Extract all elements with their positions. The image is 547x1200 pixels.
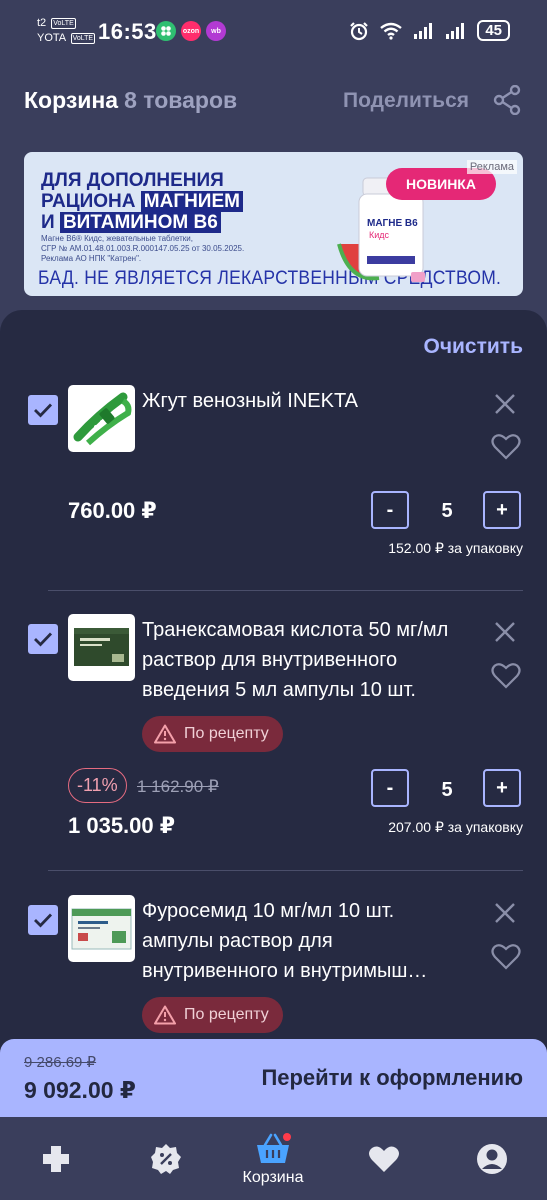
nav-home[interactable] — [38, 1117, 74, 1200]
signal-icon — [414, 22, 433, 39]
product-thumbnail[interactable] — [68, 895, 135, 962]
product-name-line: внутривенного и внутримыш… — [142, 960, 428, 982]
item-divider — [48, 870, 523, 871]
remove-item-icon[interactable] — [493, 901, 517, 925]
product-name[interactable]: Жгут венозный INEKTA — [142, 386, 472, 416]
medicine-box-image — [71, 908, 132, 950]
quantity-value: 5 — [441, 500, 453, 522]
app-notification-icon — [156, 21, 176, 41]
jar-brand-text: МАГНЕ В6 — [367, 218, 418, 229]
ozon-icon: ozon — [181, 21, 201, 41]
price-per-pack: 152.00 ₽ за упаковку — [388, 540, 523, 556]
signal-icon — [446, 22, 465, 39]
banner-headline-word: РАЦИОНА — [41, 191, 136, 212]
status-bar: t2 VoLTE YOTA VoLTE 16:53 ozon wb 45 — [0, 0, 547, 62]
product-thumbnail[interactable] — [68, 614, 135, 681]
system-indicators: 45 — [349, 20, 510, 41]
clock: 16:53 — [98, 19, 157, 44]
volte-badge: VoLTE — [70, 32, 96, 44]
tourniquet-image — [73, 392, 132, 446]
nav-cart[interactable]: Корзина — [233, 1117, 313, 1200]
shopping-basket-icon — [257, 1132, 291, 1163]
favorite-heart-icon[interactable] — [491, 433, 521, 461]
banner-headline-word: И — [41, 212, 55, 233]
checkmark-icon — [34, 403, 53, 418]
quantity-value: 5 — [441, 779, 453, 801]
quantity-decrease-button[interactable]: - — [371, 491, 409, 529]
cart-total: 9 092.00 ₽ — [24, 1077, 136, 1103]
product-thumbnail[interactable] — [68, 385, 135, 452]
banner-fine-print: Магне В6® Кидс, жевательные таблетки, СГ… — [41, 234, 341, 264]
user-profile-icon — [477, 1143, 507, 1174]
discount-badge: -11% — [68, 768, 127, 803]
ad-banner[interactable]: ДЛЯ ДОПОЛНЕНИЯ РАЦИОНА МАГНИЕМ И ВИТАМИН… — [24, 152, 523, 296]
carrier-1: t2 — [37, 17, 47, 29]
banner-disclaimer: БАД. НЕ ЯВЛЯЕТСЯ ЛЕКАРСТВЕННЫМ СРЕДСТВОМ… — [38, 268, 502, 289]
product-price: 760.00 ₽ — [68, 498, 157, 523]
quantity-increase-button[interactable]: + — [483, 491, 521, 529]
product-name-line: ампулы раствор для — [142, 930, 333, 952]
prescription-label: По рецепту — [184, 725, 269, 742]
heart-icon — [369, 1146, 399, 1172]
prescription-label: По рецепту — [184, 1006, 269, 1023]
item-count: 8 товаров — [124, 87, 238, 113]
remove-item-icon[interactable] — [493, 620, 517, 644]
banner-headline-highlight: МАГНИЕМ — [140, 191, 243, 212]
banner-headline: ДЛЯ ДОПОЛНЕНИЯ РАЦИОНА МАГНИЕМ И ВИТАМИН… — [41, 170, 243, 233]
bottom-navigation: Корзина — [0, 1117, 547, 1200]
old-total: 9 286.69 ₽ — [24, 1054, 97, 1071]
ad-label: Реклама — [466, 160, 517, 174]
fine-print-line: Магне В6® Кидс, жевательные таблетки, — [41, 234, 193, 243]
nav-favorites[interactable] — [366, 1117, 402, 1200]
checkmark-icon — [34, 913, 53, 928]
quantity-increase-button[interactable]: + — [483, 769, 521, 807]
banner-headline-highlight: ВИТАМИНОМ В6 — [59, 212, 221, 233]
item-checkbox[interactable] — [28, 905, 58, 935]
page-title-text: Корзина — [24, 87, 119, 113]
alarm-icon — [350, 21, 369, 40]
fine-print-line: СГР № AM.01.48.01.003.R.000147.05.25 от … — [41, 244, 245, 253]
favorite-heart-icon[interactable] — [491, 662, 521, 690]
discount-badge-icon — [151, 1143, 181, 1174]
wildberries-icon: wb — [206, 21, 226, 41]
favorite-heart-icon[interactable] — [491, 943, 521, 971]
warning-triangle-icon — [154, 724, 176, 744]
carrier-info: t2 VoLTE YOTA VoLTE — [37, 16, 96, 46]
checkout-button[interactable]: Перейти к оформлению — [261, 1065, 523, 1091]
item-checkbox[interactable] — [28, 395, 58, 425]
quantity-decrease-button[interactable]: - — [371, 769, 409, 807]
volte-badge: VoLTE — [51, 17, 76, 29]
share-button[interactable]: Поделиться — [343, 89, 469, 113]
nav-promotions[interactable] — [148, 1117, 184, 1200]
checkout-bar[interactable]: 9 286.69 ₽ 9 092.00 ₽ Перейти к оформлен… — [0, 1039, 547, 1117]
nav-profile[interactable] — [474, 1117, 510, 1200]
nav-cart-label: Корзина — [242, 1168, 304, 1186]
clear-cart-button[interactable]: Очистить — [423, 335, 523, 359]
pharmacy-cross-icon — [43, 1145, 69, 1172]
product-price: 1 035.00 ₽ — [68, 813, 176, 838]
jar-sub-text: Кидс — [369, 230, 390, 240]
product-name[interactable]: Фуросемид 10 мг/мл 10 шт. ампулы раствор… — [142, 896, 477, 986]
remove-item-icon[interactable] — [493, 392, 517, 416]
checkmark-icon — [34, 632, 53, 647]
product-name[interactable]: Транексамовая кислота 50 мг/мл раствор д… — [142, 615, 477, 705]
carrier-2: YOTA — [37, 32, 66, 44]
fine-print-line: Реклама АО НПК "Катрен". — [41, 254, 142, 263]
share-icon[interactable] — [493, 85, 521, 115]
page-title: Корзина 8 товаров — [24, 87, 237, 114]
medicine-box-image — [74, 628, 129, 666]
prescription-badge: По рецепту — [142, 716, 283, 752]
warning-triangle-icon — [154, 1005, 176, 1025]
item-divider — [48, 590, 523, 591]
wifi-icon — [380, 22, 403, 40]
battery-indicator: 45 — [477, 20, 510, 41]
notification-icons: ozon wb — [156, 21, 226, 41]
price-per-pack: 207.00 ₽ за упаковку — [388, 819, 523, 835]
cart-header: Корзина 8 товаров Поделиться — [0, 62, 547, 138]
banner-headline-line: ДЛЯ ДОПОЛНЕНИЯ — [41, 170, 224, 191]
product-name-line: Фуросемид 10 мг/мл 10 шт. — [142, 900, 395, 922]
item-checkbox[interactable] — [28, 624, 58, 654]
old-price: 1 162.90 ₽ — [137, 777, 219, 796]
prescription-badge: По рецепту — [142, 997, 283, 1033]
